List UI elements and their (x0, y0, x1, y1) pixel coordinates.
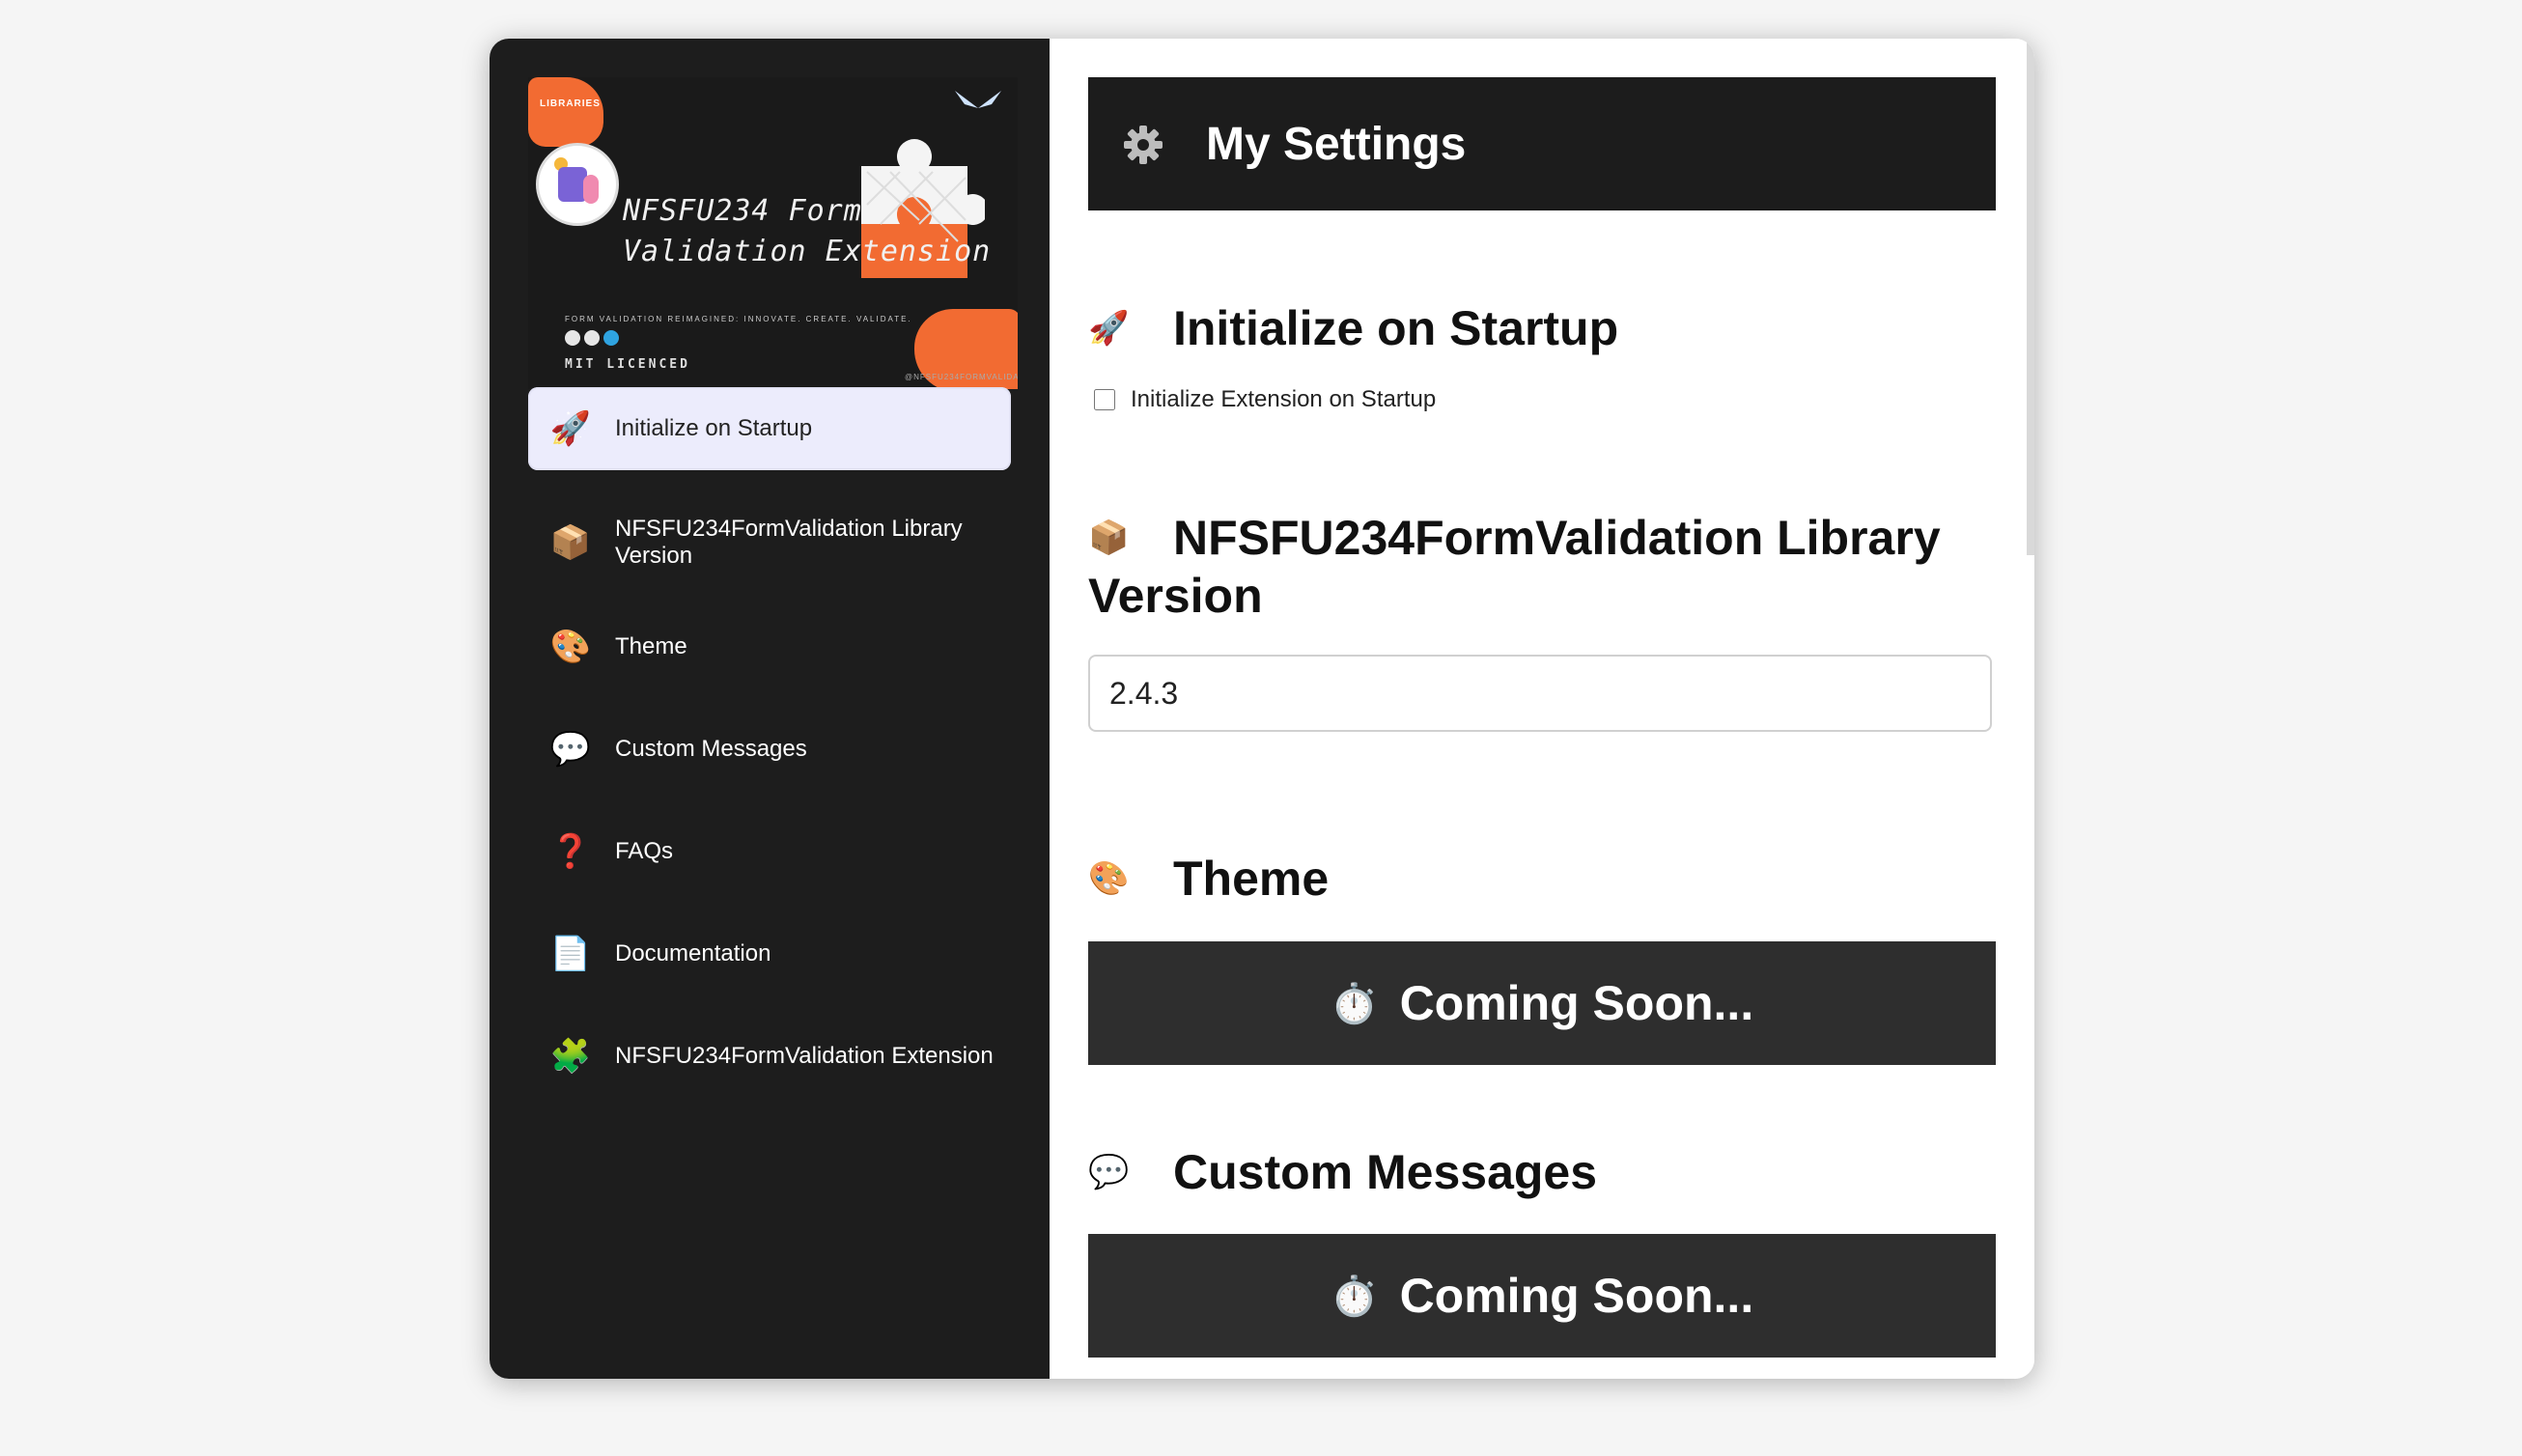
checkbox-label: Initialize Extension on Startup (1131, 386, 1437, 412)
wings-logo-icon (955, 91, 1001, 108)
sidebar-item-library-version[interactable]: 📦 NFSFU234FormValidation Library Version (528, 490, 1011, 596)
stopwatch-icon: ⏱️ (1330, 1274, 1379, 1318)
coming-soon-text: Coming Soon... (1399, 976, 1754, 1030)
coming-soon-text: Coming Soon... (1399, 1269, 1754, 1323)
theme-coming-soon-banner: ⏱️ Coming Soon... (1088, 941, 1996, 1065)
settings-content: My Settings 🚀 Initialize on Startup Initi… (1050, 39, 2034, 1379)
section-title-theme: 🎨 Theme (1088, 848, 1329, 906)
social-handle: @NFSFU234FORMVALIDATION (905, 373, 1018, 381)
rocket-icon: 🚀 (1088, 309, 1130, 347)
startup-checkbox-row[interactable]: Initialize Extension on Startup (1094, 386, 1436, 413)
section-title-text: Initialize on Startup (1173, 300, 1619, 355)
messages-coming-soon-banner: ⏱️ Coming Soon... (1088, 1234, 1996, 1358)
section-title-startup: 🚀 Initialize on Startup (1088, 297, 1618, 355)
extension-banner-logo: LIBRARIES NFSFU234 Form Validation Exten… (528, 77, 1018, 389)
orange-splash-graphic: LIBRARIES (528, 77, 603, 147)
banner-tagline: FORM VALIDATION REIMAGINED: INNOVATE. CR… (565, 315, 912, 323)
speech-bubble-icon: 💬 (1088, 1153, 1130, 1190)
sidebar-item-label: Custom Messages (615, 736, 807, 762)
brave-icon (584, 330, 600, 346)
package-icon: 📦 (1088, 518, 1130, 556)
banner-title-line2: Validation Extension (623, 235, 992, 268)
rocket-icon: 🚀 (549, 410, 592, 447)
palette-icon: 🎨 (1088, 859, 1130, 897)
page-header: My Settings (1088, 77, 1996, 210)
palette-icon: 🎨 (549, 629, 592, 665)
banner-title: NFSFU234 Form Validation Extension (623, 191, 991, 272)
sidebar: LIBRARIES NFSFU234 Form Validation Exten… (490, 39, 1050, 1379)
stopwatch-icon: ⏱️ (1330, 982, 1379, 1025)
section-title-text: Custom Messages (1173, 1144, 1598, 1199)
sidebar-nav: 🚀 Initialize on Startup 📦 NFSFU234FormVa… (528, 387, 1011, 1117)
question-mark-icon: ❓ (549, 833, 592, 870)
section-title-text: NFSFU234FormValidation Library Version (1088, 510, 1941, 623)
gear-icon (1124, 126, 1163, 164)
banner-title-line1: NFSFU234 Form (623, 194, 862, 228)
brand-small-text: LIBRARIES (540, 98, 601, 109)
sidebar-item-faqs[interactable]: ❓ FAQs (528, 810, 1011, 893)
sidebar-item-theme[interactable]: 🎨 Theme (528, 605, 1011, 688)
puzzle-piece-icon: 🧩 (549, 1038, 592, 1075)
license-text: MIT LICENCED (565, 357, 690, 372)
initialize-on-startup-checkbox[interactable] (1094, 389, 1115, 410)
speech-bubble-icon: 💬 (549, 731, 592, 768)
settings-window: LIBRARIES NFSFU234 Form Validation Exten… (490, 39, 2034, 1379)
section-title-version: 📦 NFSFU234FormValidation Library Version (1088, 507, 1976, 623)
avatar-illustration (536, 143, 619, 226)
sidebar-item-label: Initialize on Startup (615, 415, 813, 441)
section-title-text: Theme (1173, 851, 1330, 906)
section-title-messages: 💬 Custom Messages (1088, 1141, 1597, 1199)
library-version-input[interactable] (1088, 655, 1992, 732)
sidebar-item-label: NFSFU234FormValidation Library Version (615, 516, 963, 569)
edge-icon (603, 330, 619, 346)
sidebar-item-custom-messages[interactable]: 💬 Custom Messages (528, 708, 1011, 791)
sidebar-item-label: FAQs (615, 838, 674, 864)
document-icon: 📄 (549, 936, 592, 972)
sidebar-item-extension[interactable]: 🧩 NFSFU234FormValidation Extension (528, 1015, 1011, 1098)
sidebar-item-initialize-on-startup[interactable]: 🚀 Initialize on Startup (528, 387, 1011, 470)
sidebar-item-label: NFSFU234FormValidation Extension (615, 1043, 994, 1069)
sidebar-item-label: Theme (615, 633, 687, 659)
chrome-icon (565, 330, 580, 346)
sidebar-item-label: Documentation (615, 940, 771, 966)
scrollbar[interactable] (2027, 39, 2034, 555)
sidebar-item-documentation[interactable]: 📄 Documentation (528, 912, 1011, 995)
package-icon: 📦 (549, 524, 592, 561)
page-title: My Settings (1206, 118, 1467, 170)
browser-icons (565, 330, 619, 346)
